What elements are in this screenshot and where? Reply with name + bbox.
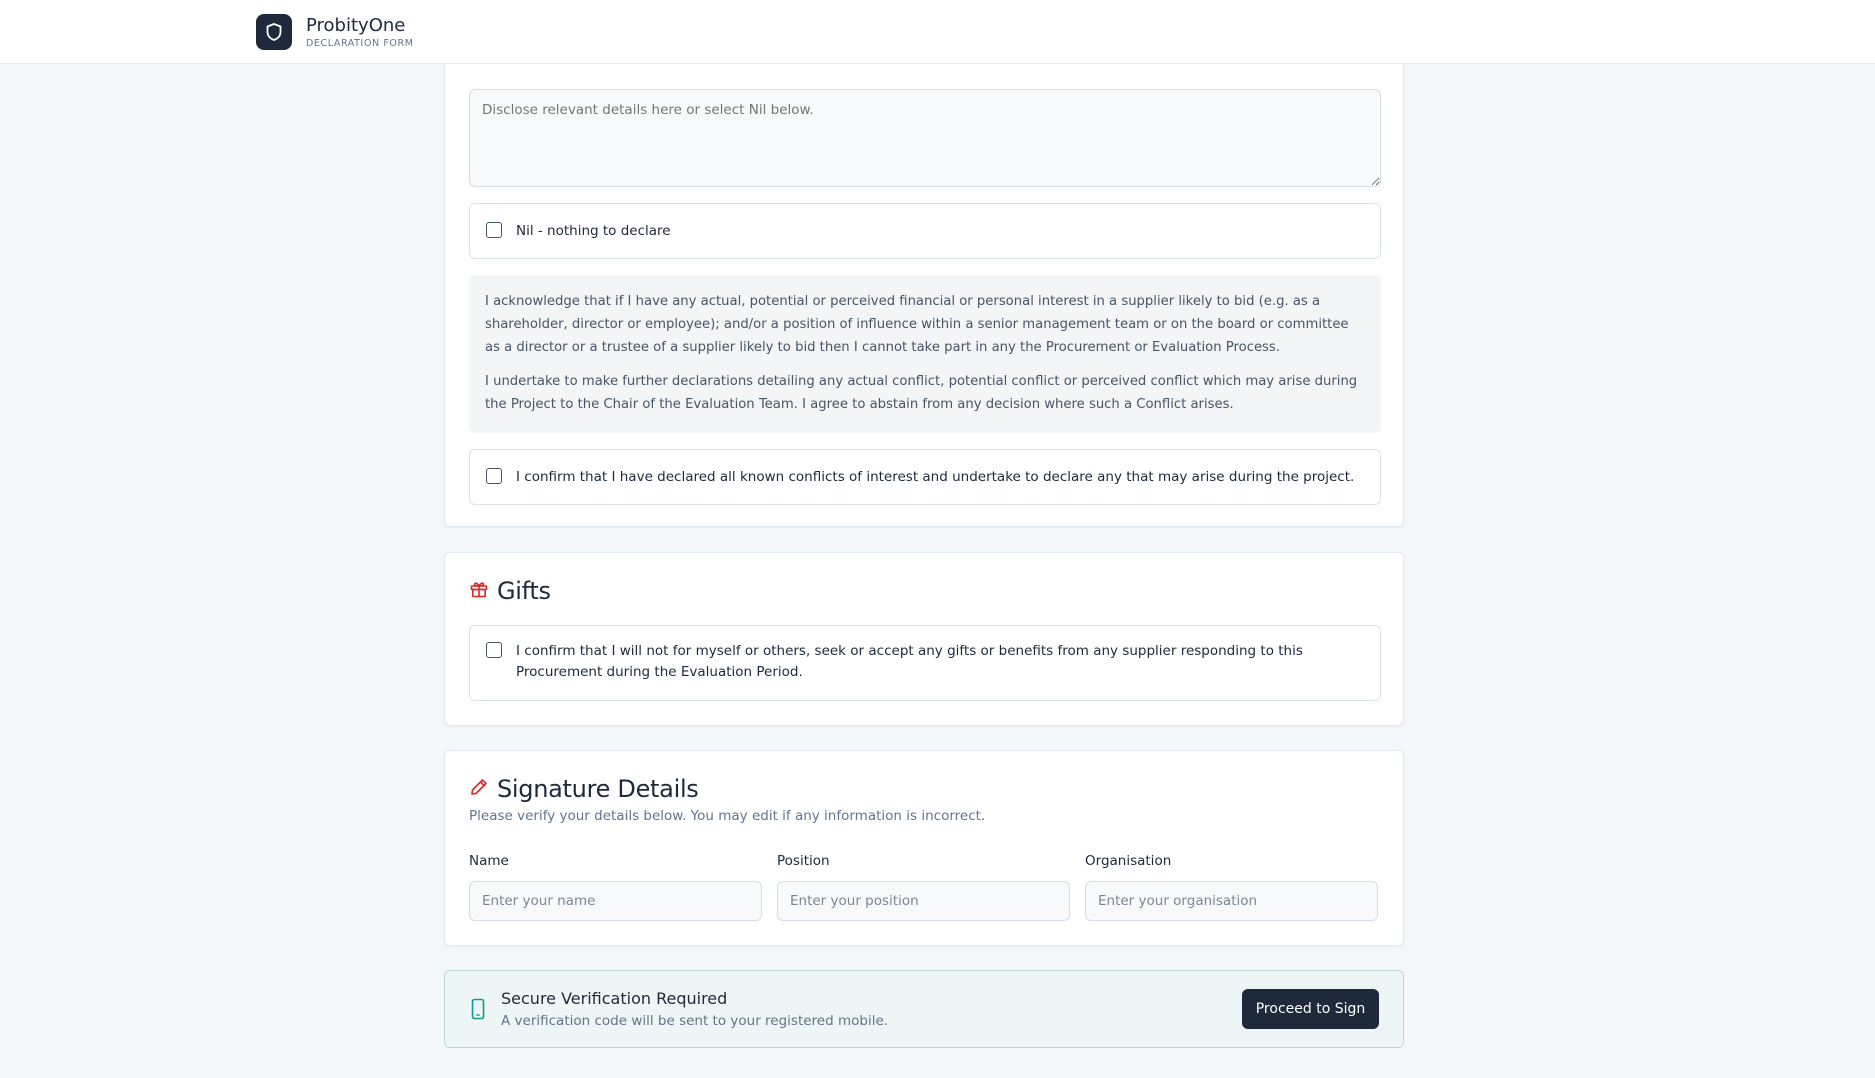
conflict-details-textarea[interactable] bbox=[469, 89, 1381, 187]
verification-banner: Secure Verification Required A verificat… bbox=[444, 970, 1404, 1048]
name-input[interactable] bbox=[469, 881, 762, 921]
organisation-label: Organisation bbox=[1085, 853, 1172, 869]
nil-label: Nil - nothing to declare bbox=[516, 223, 671, 239]
verification-description: A verification code will be sent to your… bbox=[501, 1013, 889, 1029]
signature-card: Signature Details Please verify your det… bbox=[444, 750, 1404, 946]
nil-checkbox[interactable] bbox=[486, 222, 502, 238]
gifts-card: Gifts I confirm that I will not for myse… bbox=[444, 552, 1404, 726]
signature-title: Signature Details bbox=[497, 775, 699, 803]
conflicts-confirm-row[interactable]: I confirm that I have declared all known… bbox=[469, 449, 1381, 505]
undertaking-paragraph: I undertake to make further declarations… bbox=[485, 374, 1358, 412]
gifts-confirm-row[interactable]: I confirm that I will not for myself or … bbox=[469, 625, 1381, 701]
signature-heading: Signature Details bbox=[469, 775, 699, 803]
gifts-heading: Gifts bbox=[469, 577, 551, 605]
gifts-title: Gifts bbox=[497, 577, 551, 605]
gift-icon bbox=[469, 579, 489, 603]
acknowledgement-box: I acknowledge that if I have any actual,… bbox=[469, 275, 1381, 433]
pen-icon bbox=[469, 777, 489, 801]
verification-title: Secure Verification Required bbox=[501, 989, 728, 1008]
proceed-to-sign-button[interactable]: Proceed to Sign bbox=[1242, 989, 1379, 1029]
position-input[interactable] bbox=[777, 881, 1070, 921]
top-bar: ProbityOne DECLARATION FORM bbox=[0, 0, 1875, 64]
brand[interactable]: ProbityOne DECLARATION FORM bbox=[256, 14, 414, 50]
smartphone-icon bbox=[471, 998, 485, 1024]
name-label: Name bbox=[469, 853, 509, 869]
app-name: ProbityOne bbox=[306, 14, 406, 36]
gifts-confirm-label: I confirm that I will not for myself or … bbox=[516, 643, 1303, 680]
gifts-confirm-checkbox[interactable] bbox=[486, 642, 502, 658]
signature-description: Please verify your details below. You ma… bbox=[469, 808, 986, 824]
conflicts-confirm-label: I confirm that I have declared all known… bbox=[516, 469, 1355, 485]
organisation-input[interactable] bbox=[1085, 881, 1378, 921]
position-label: Position bbox=[777, 853, 830, 869]
acknowledgement-paragraph: I acknowledge that if I have any actual,… bbox=[485, 294, 1349, 355]
conflicts-card: Nil - nothing to declare I acknowledge t… bbox=[444, 0, 1404, 527]
nil-declaration-row[interactable]: Nil - nothing to declare bbox=[469, 203, 1381, 259]
shield-icon bbox=[256, 14, 292, 50]
conflicts-confirm-checkbox[interactable] bbox=[486, 468, 502, 484]
app-subtitle: DECLARATION FORM bbox=[306, 37, 414, 49]
